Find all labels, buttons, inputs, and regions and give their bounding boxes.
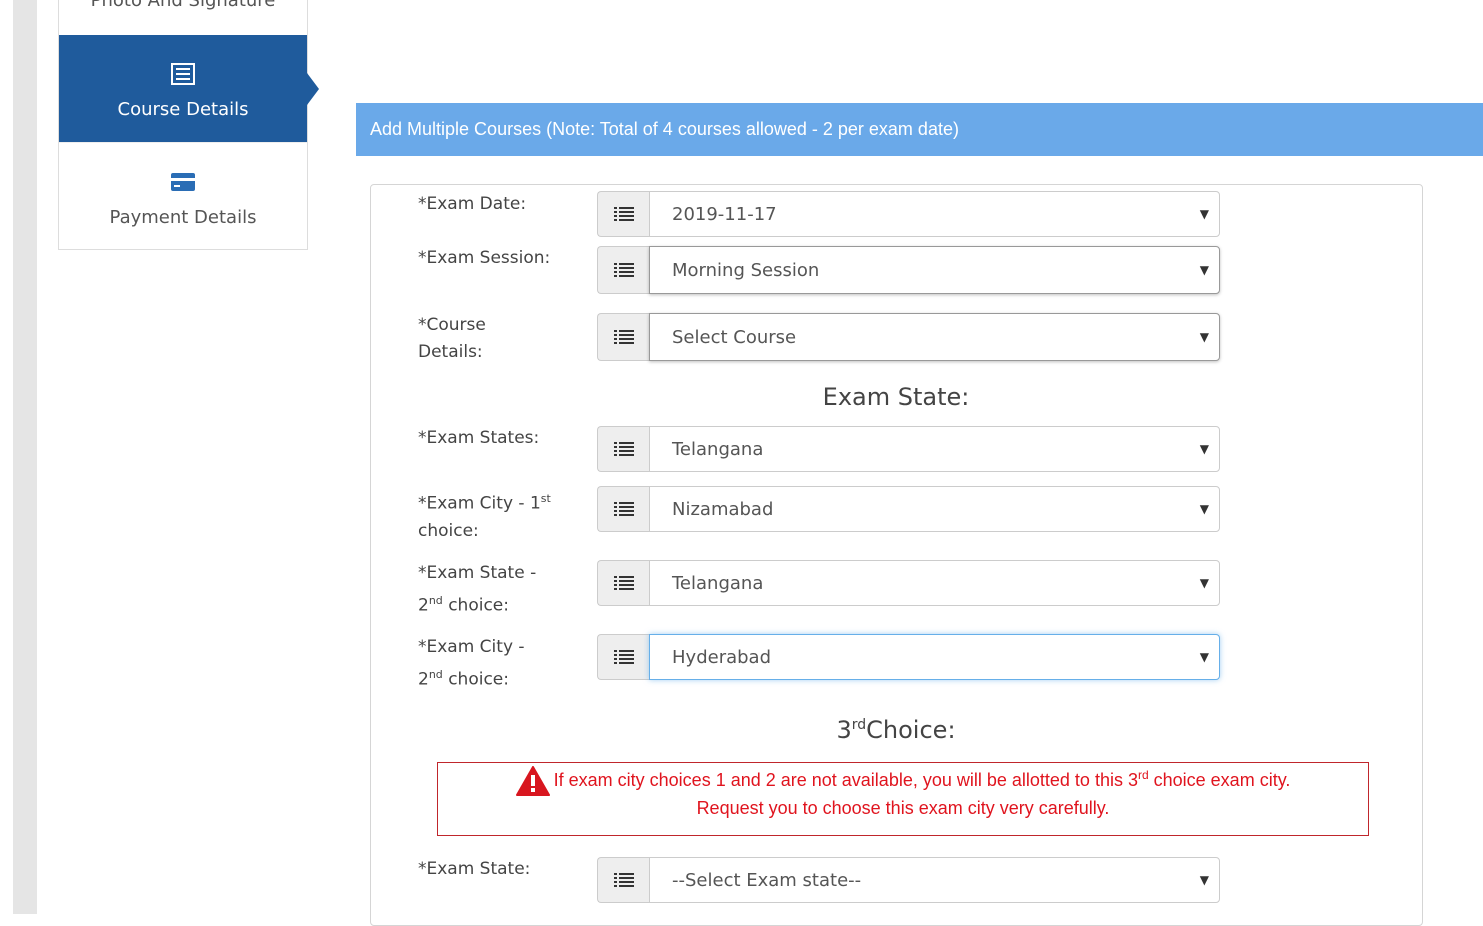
exam-state-3-value: --Select Exam state-- [672,869,862,891]
warning-icon [515,766,550,796]
exam-states-select[interactable]: Telangana ▼ [649,426,1220,472]
exam-city-1-select[interactable]: Nizamabad ▼ [649,486,1220,532]
list-icon [597,634,649,680]
sidebar-item-label: Course Details [117,99,249,120]
exam-city-1-value: Nizamabad [672,498,774,520]
chevron-down-icon: ▼ [1199,207,1209,221]
list-icon [171,63,195,85]
chevron-down-icon: ▼ [1199,502,1209,516]
exam-session-select[interactable]: Morning Session ▼ [649,246,1220,294]
course-details-label: *Course Details: [418,315,486,362]
exam-state-3-select[interactable]: --Select Exam state-- ▼ [649,857,1220,903]
list-icon [597,486,649,532]
exam-state-2-select[interactable]: Telangana ▼ [649,560,1220,606]
sidebar-item-label: Payment Details [109,207,257,228]
exam-states-value: Telangana [672,438,764,460]
sidebar: Photo And Signature Course Details Payme… [58,0,319,250]
exam-session-value: Morning Session [672,259,820,281]
list-icon [597,246,649,294]
chevron-down-icon: ▼ [1199,330,1209,344]
exam-state-heading: Exam State: [822,383,970,411]
chevron-down-icon: ▼ [1199,263,1209,277]
exam-state-2-value: Telangana [672,572,764,594]
third-choice-warning: If exam city choices 1 and 2 are not ava… [437,762,1369,836]
chevron-down-icon: ▼ [1199,873,1209,887]
sidebar-item-label: Photo And Signature [90,0,276,11]
exam-city-2-select[interactable]: Hyderabad ▼ [649,634,1220,680]
course-value: Select Course [672,326,797,348]
left-rail [13,0,37,914]
exam-city-2-label: *Exam City -2nd choice: [418,637,525,690]
exam-city-1-label: *Exam City - 1st choice: [418,492,551,541]
exam-date-select[interactable]: 2019-11-17 ▼ [649,191,1220,237]
list-icon [597,426,649,472]
exam-city-2-value: Hyderabad [672,646,771,668]
list-icon [597,560,649,606]
exam-states-label: *Exam States: [418,428,540,448]
list-icon [597,191,649,237]
chevron-down-icon: ▼ [1199,442,1209,456]
sidebar-item-photo-signature[interactable]: Photo And Signature [59,0,307,34]
course-select[interactable]: Select Course ▼ [649,313,1220,361]
exam-date-value: 2019-11-17 [672,203,777,225]
list-icon [597,857,649,903]
credit-card-icon [171,173,195,191]
warning-line-2: Request you to choose this exam city ver… [696,798,1110,818]
exam-state-3-label: *Exam State: [418,859,531,879]
sidebar-item-course-details[interactable]: Course Details [59,35,319,142]
exam-session-label: *Exam Session: [418,248,551,268]
chevron-down-icon: ▼ [1199,650,1209,664]
exam-state-2-label: *Exam State -2nd choice: [418,563,537,616]
sidebar-item-payment-details[interactable]: Payment Details [59,142,307,250]
multiple-courses-banner: Add Multiple Courses (Note: Total of 4 c… [356,103,1483,156]
third-choice-heading: 3rdChoice: [836,716,956,744]
exam-date-label: *Exam Date: [418,194,527,214]
list-icon [597,313,649,361]
chevron-down-icon: ▼ [1199,576,1209,590]
